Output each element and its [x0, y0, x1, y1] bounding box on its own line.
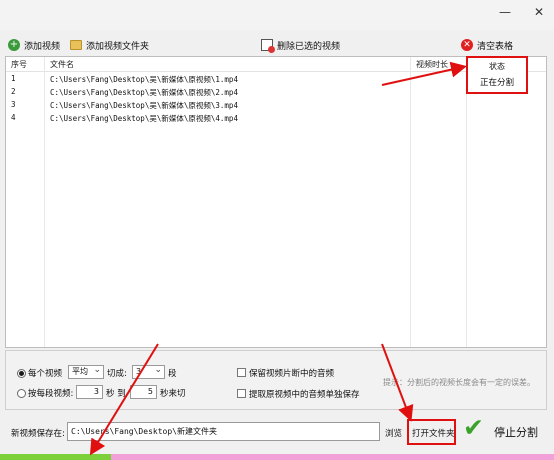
header-duration: 视频时长 [416, 60, 448, 69]
mode-each-video-label: 每个视频 [28, 369, 63, 379]
stop-split-button[interactable]: 停止分割 [494, 424, 538, 440]
table-header: 序号 文件名 视频时长 [6, 57, 546, 72]
table-row[interactable]: 4 C:\Users\Fang\Desktop\吴\新媒体\原视频\4.mp4 [6, 111, 546, 124]
progress-bar [0, 454, 554, 460]
title-bar [0, 0, 554, 30]
keep-audio-label: 保留视频片断中的音频 [249, 369, 335, 379]
to-seconds-input[interactable]: 5 [130, 385, 157, 399]
header-index: 序号 [11, 60, 27, 69]
progress-fill [0, 454, 111, 460]
table-row[interactable]: 2 C:\Users\Fang\Desktop\吴\新媒体\原视频\2.mp4 [6, 85, 546, 98]
keep-audio-checkbox[interactable] [237, 368, 246, 377]
status-highlight-box: 状态 正在分割 [466, 56, 528, 94]
extract-audio-label: 提取原视频中的音频单独保存 [249, 390, 360, 400]
segments-unit: 段 [168, 369, 177, 379]
split-type-select[interactable]: 平均 [68, 364, 104, 379]
add-video-button[interactable]: + 添加视频 [8, 37, 60, 53]
mode-per-segment-label: 按每段视频: [28, 389, 74, 399]
add-video-folder-button[interactable]: 添加视频文件夹 [70, 37, 149, 53]
checkmark-icon: ✔ [463, 413, 484, 442]
clear-table-button[interactable]: ✕ 清空表格 [461, 37, 513, 53]
row-filename: C:\Users\Fang\Desktop\吴\新媒体\原视频\1.mp4 [50, 75, 238, 84]
tip-text: 提示：分割后的视频长度会有一定的误差。 [383, 378, 535, 387]
save-path-label: 新视频保存在: [11, 429, 65, 439]
row-filename: C:\Users\Fang\Desktop\吴\新媒体\原视频\4.mp4 [50, 114, 238, 123]
delete-selected-button[interactable]: 删除已选的视频 [261, 37, 340, 53]
folder-icon [70, 40, 82, 50]
row-filename: C:\Users\Fang\Desktop\吴\新媒体\原视频\3.mp4 [50, 101, 238, 110]
table-row[interactable]: 1 C:\Users\Fang\Desktop\吴\新媒体\原视频\1.mp4 [6, 72, 546, 85]
add-video-label: 添加视频 [24, 41, 61, 52]
minimize-button[interactable]: — [495, 4, 515, 20]
row-index: 1 [11, 74, 16, 83]
clear-icon: ✕ [461, 39, 473, 51]
segments-select[interactable]: 3 [132, 364, 165, 379]
video-table[interactable]: 序号 文件名 视频时长 1 C:\Users\Fang\Desktop\吴\新媒… [5, 56, 547, 348]
radio-each-video[interactable] [17, 369, 26, 378]
cut-unit-label: 秒来切 [160, 389, 186, 399]
from-seconds-input[interactable]: 3 [76, 385, 103, 399]
open-folder-button[interactable]: 打开文件夹 [412, 427, 455, 439]
clear-table-label: 清空表格 [477, 41, 514, 52]
delete-selected-label: 删除已选的视频 [277, 41, 341, 52]
row-index: 4 [11, 113, 16, 122]
add-icon: + [8, 39, 20, 51]
row-index: 2 [11, 87, 16, 96]
status-value: 正在分割 [479, 78, 514, 88]
radio-per-segment[interactable] [17, 389, 26, 398]
header-status: 状态 [489, 62, 505, 71]
cut-label: 切成: [107, 369, 127, 379]
row-filename: C:\Users\Fang\Desktop\吴\新媒体\原视频\2.mp4 [50, 88, 238, 97]
add-video-folder-label: 添加视频文件夹 [86, 41, 150, 52]
sec-to-label: 秒 到 [106, 389, 126, 399]
close-button[interactable]: ✕ [529, 4, 549, 20]
row-index: 3 [11, 100, 16, 109]
browse-button[interactable]: 浏览 [385, 427, 402, 439]
header-filename: 文件名 [50, 60, 74, 69]
save-path-input[interactable]: C:\Users\Fang\Desktop\新建文件夹 [67, 422, 380, 441]
delete-list-icon [261, 39, 275, 53]
extract-audio-checkbox[interactable] [237, 389, 246, 398]
table-row[interactable]: 3 C:\Users\Fang\Desktop\吴\新媒体\原视频\3.mp4 [6, 98, 546, 111]
